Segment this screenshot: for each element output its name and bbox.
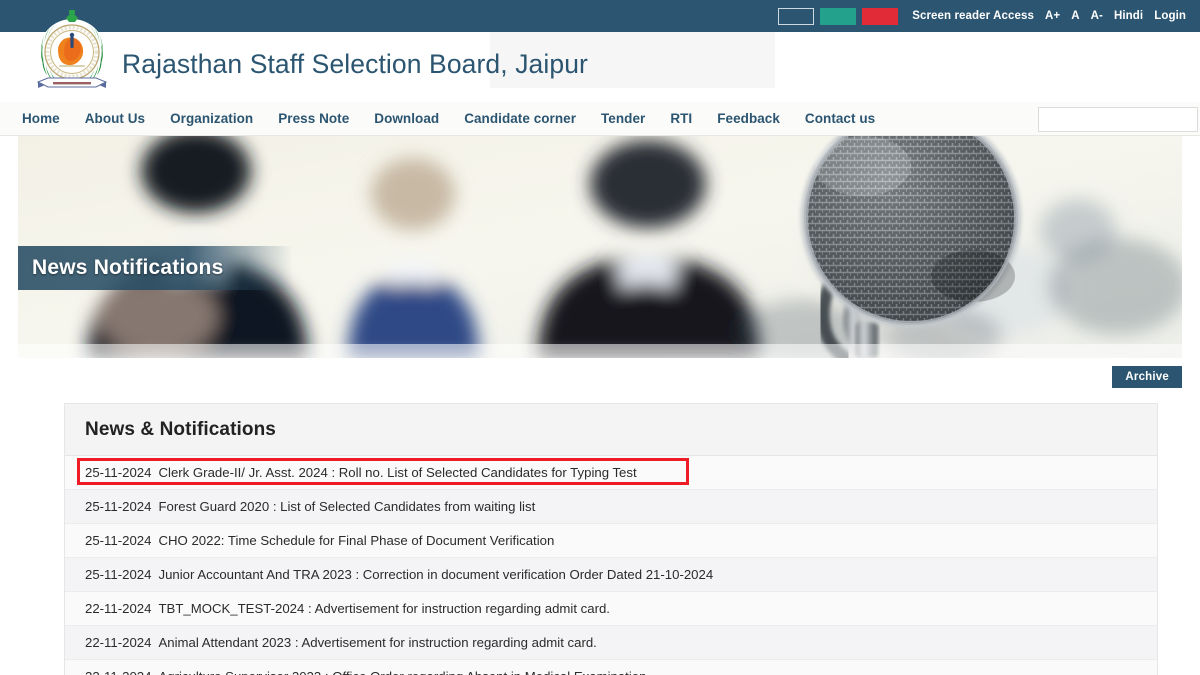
page-title: Rajasthan Staff Selection Board, Jaipur: [122, 49, 588, 80]
news-list-item[interactable]: 22-11-2024 TBT_MOCK_TEST-2024 : Advertis…: [65, 592, 1157, 626]
theme-swatches: [778, 8, 898, 25]
nav-item-press-note[interactable]: Press Note: [278, 111, 349, 126]
news-list-item[interactable]: 25-11-2024 CHO 2022: Time Schedule for F…: [65, 524, 1157, 558]
page-root: Screen reader Access A+ A A- Hindi Login: [0, 0, 1200, 675]
nav-item-list: Home About Us Organization Press Note Do…: [0, 111, 900, 126]
news-item-date: 22-11-2024: [85, 601, 151, 616]
search-box: [1038, 107, 1198, 132]
nav-item-about-us[interactable]: About Us: [85, 111, 145, 126]
main-navigation: Home About Us Organization Press Note Do…: [0, 102, 1200, 136]
banner-image: News Notifications: [18, 136, 1182, 358]
news-item-date: 25-11-2024: [85, 533, 151, 548]
news-item-text: TBT_MOCK_TEST-2024 : Advertisement for i…: [158, 601, 610, 616]
nav-item-contact-us[interactable]: Contact us: [805, 111, 875, 126]
news-item-date: 25-11-2024: [85, 567, 151, 582]
news-list-item[interactable]: 22-11-2024 Animal Attendant 2023 : Adver…: [65, 626, 1157, 660]
font-decrease-button[interactable]: A-: [1091, 0, 1103, 32]
archive-button[interactable]: Archive: [1112, 366, 1182, 388]
theme-swatch-teal[interactable]: [820, 8, 856, 25]
language-toggle-hindi[interactable]: Hindi: [1114, 0, 1143, 32]
font-normal-button[interactable]: A: [1071, 0, 1079, 32]
news-item-text: Forest Guard 2020 : List of Selected Can…: [158, 499, 535, 514]
search-input[interactable]: [1039, 108, 1200, 131]
news-item-date: 25-11-2024: [85, 465, 151, 480]
banner-caption: News Notifications: [18, 246, 293, 290]
news-panel-header: News & Notifications: [65, 404, 1157, 456]
news-item-date: 25-11-2024: [85, 499, 151, 514]
news-item-date: 22-11-2024: [85, 669, 151, 675]
nav-item-organization[interactable]: Organization: [170, 111, 253, 126]
banner-caption-text: News Notifications: [18, 256, 223, 280]
theme-swatch-navy[interactable]: [778, 8, 814, 25]
nav-item-candidate-corner[interactable]: Candidate corner: [464, 111, 576, 126]
site-header: Rajasthan Staff Selection Board, Jaipur: [0, 32, 1200, 102]
news-list-item[interactable]: 25-11-2024 Forest Guard 2020 : List of S…: [65, 490, 1157, 524]
nav-item-feedback[interactable]: Feedback: [717, 111, 780, 126]
news-item-date: 22-11-2024: [85, 635, 151, 650]
news-item-text: CHO 2022: Time Schedule for Final Phase …: [158, 533, 554, 548]
news-item-text: Agriculture Supervisor 2023 : Office Ord…: [158, 669, 646, 675]
news-item-text: Clerk Grade-II/ Jr. Asst. 2024 : Roll no…: [158, 465, 636, 480]
news-list-item[interactable]: 25-11-2024 Clerk Grade-II/ Jr. Asst. 202…: [65, 456, 1157, 490]
nav-item-home[interactable]: Home: [22, 111, 60, 126]
news-item-text: Junior Accountant And TRA 2023 : Correct…: [158, 567, 713, 582]
nav-item-tender[interactable]: Tender: [601, 111, 645, 126]
nav-item-download[interactable]: Download: [374, 111, 439, 126]
news-list-item[interactable]: 22-11-2024 Agriculture Supervisor 2023 :…: [65, 660, 1157, 675]
login-link[interactable]: Login: [1154, 0, 1186, 32]
nav-item-rti[interactable]: RTI: [670, 111, 692, 126]
news-item-text: Animal Attendant 2023 : Advertisement fo…: [158, 635, 596, 650]
rajasthan-emblem-logo: [26, 8, 118, 100]
news-panel-heading: News & Notifications: [85, 419, 276, 441]
news-notifications-panel: News & Notifications 25-11-2024 Clerk Gr…: [64, 403, 1158, 675]
theme-swatch-red[interactable]: [862, 8, 898, 25]
top-utility-bar: Screen reader Access A+ A A- Hindi Login: [0, 0, 1200, 32]
font-increase-button[interactable]: A+: [1045, 0, 1060, 32]
screen-reader-access-link[interactable]: Screen reader Access: [912, 0, 1034, 32]
news-list-item[interactable]: 25-11-2024 Junior Accountant And TRA 202…: [65, 558, 1157, 592]
